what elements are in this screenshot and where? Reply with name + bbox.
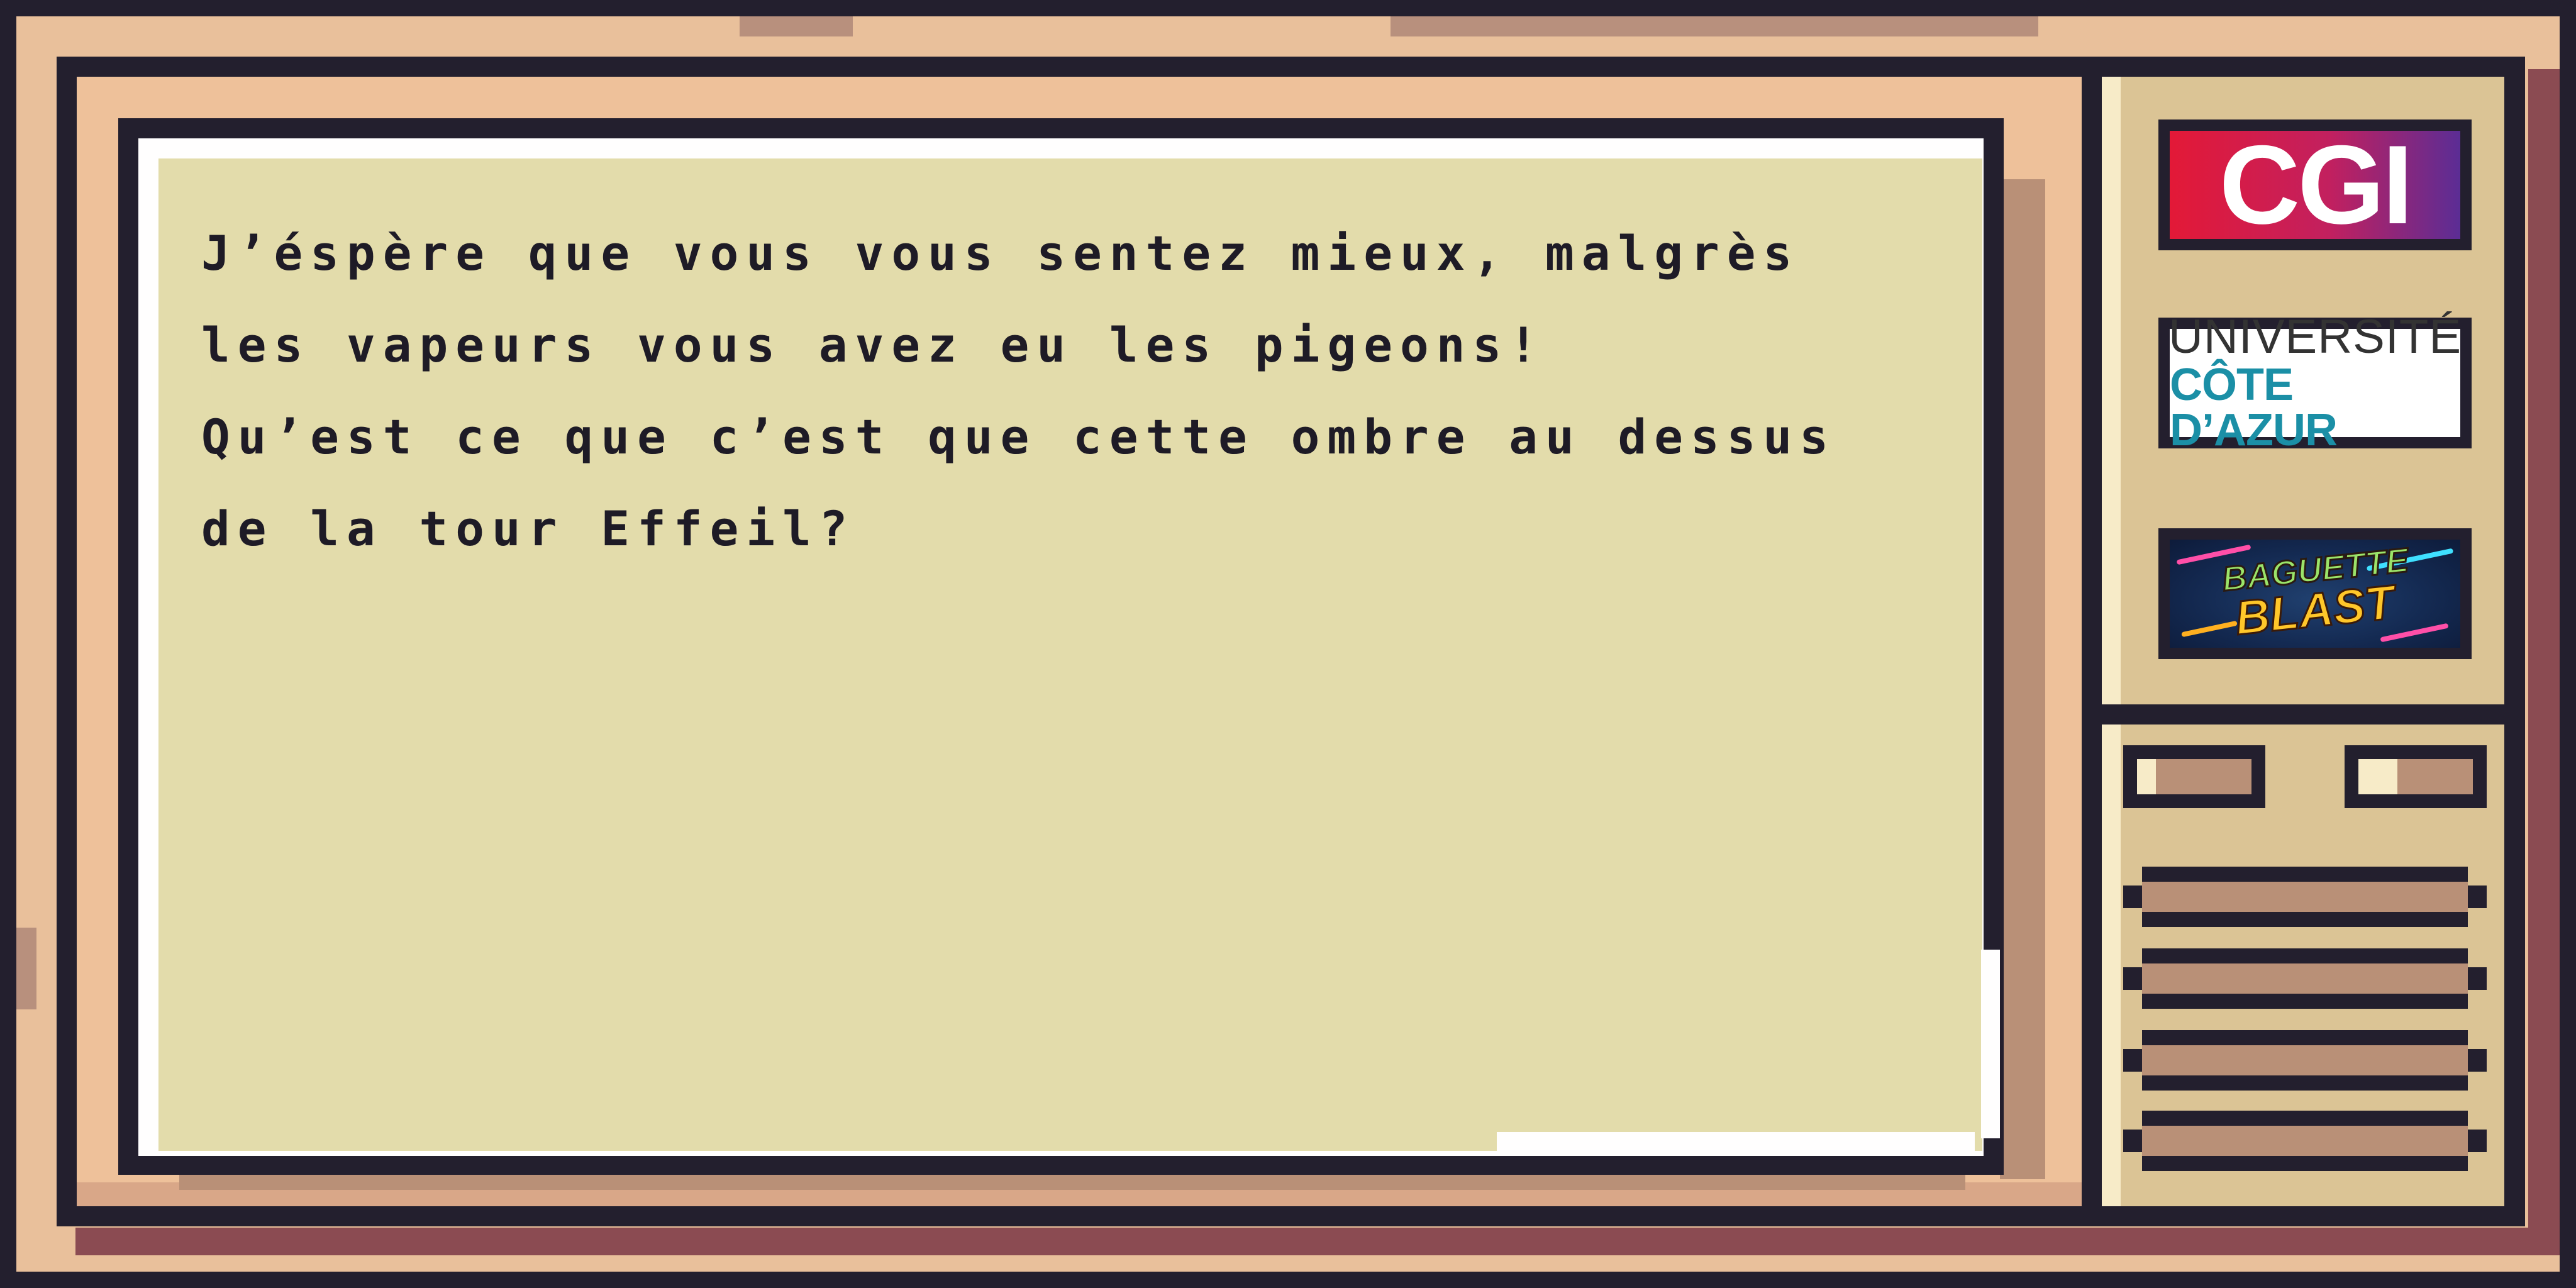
dialog-box[interactable]: J’éspère que vous vous sentez mieux, mal… xyxy=(158,158,1982,1151)
speaker-grille-cap xyxy=(2123,1049,2142,1072)
bezel-top-stripe xyxy=(16,16,2560,36)
cgi-logo: CGI xyxy=(2158,119,2472,250)
bezel-side-patch xyxy=(16,928,36,1009)
speaker-grille-cap xyxy=(2468,1049,2487,1072)
knob-left[interactable] xyxy=(2123,745,2265,808)
speaker-grille-cap xyxy=(2468,886,2487,908)
bezel-shadow-bottom xyxy=(75,1228,2560,1255)
control-panel-highlight xyxy=(2102,724,2121,1206)
panel-divider xyxy=(2082,77,2102,1206)
speaker-grille-cap xyxy=(2468,1130,2487,1152)
dialog-line: de la tour Effeil? xyxy=(201,501,855,557)
speaker-grille-cap xyxy=(2123,967,2142,990)
cgi-logo-text: CGI xyxy=(2219,122,2413,247)
logo-panel-highlight xyxy=(2102,77,2121,704)
speaker-grille-bar xyxy=(2142,1111,2468,1171)
speaker-grille-cap xyxy=(2468,967,2487,990)
uca-logo-line1: UNIVERSITÉ xyxy=(2168,310,2462,364)
side-panel-separator xyxy=(2102,704,2504,724)
speaker-grille-cap xyxy=(2123,886,2142,908)
dialog-line: les vapeurs vous avez eu les pigeons! xyxy=(201,317,1545,373)
screen-shadow-right xyxy=(2000,179,2045,1179)
speaker-grille-bar xyxy=(2142,867,2468,927)
universite-cote-dazur-logo: UNIVERSITÉ CÔTE D’AZUR xyxy=(2158,313,2472,453)
dialog-line: Qu’est ce que c’est que cette ombre au d… xyxy=(201,409,1836,465)
knob-right[interactable] xyxy=(2345,745,2487,808)
speaker-grille-bar xyxy=(2142,948,2468,1009)
baguette-blast-logo: BAGUETTE BLAST xyxy=(2158,528,2472,659)
screen-glint-bottom xyxy=(1497,1132,1975,1151)
speaker-grille-bar xyxy=(2142,1030,2468,1091)
screen-glint-right xyxy=(1981,950,2000,1138)
dialog-line: J’éspère que vous vous sentez mieux, mal… xyxy=(201,225,1800,281)
speaker-grille-cap xyxy=(2123,1130,2142,1152)
bezel-shadow-right xyxy=(2528,69,2560,1255)
uca-logo-line2: CÔTE D’AZUR xyxy=(2170,360,2338,455)
